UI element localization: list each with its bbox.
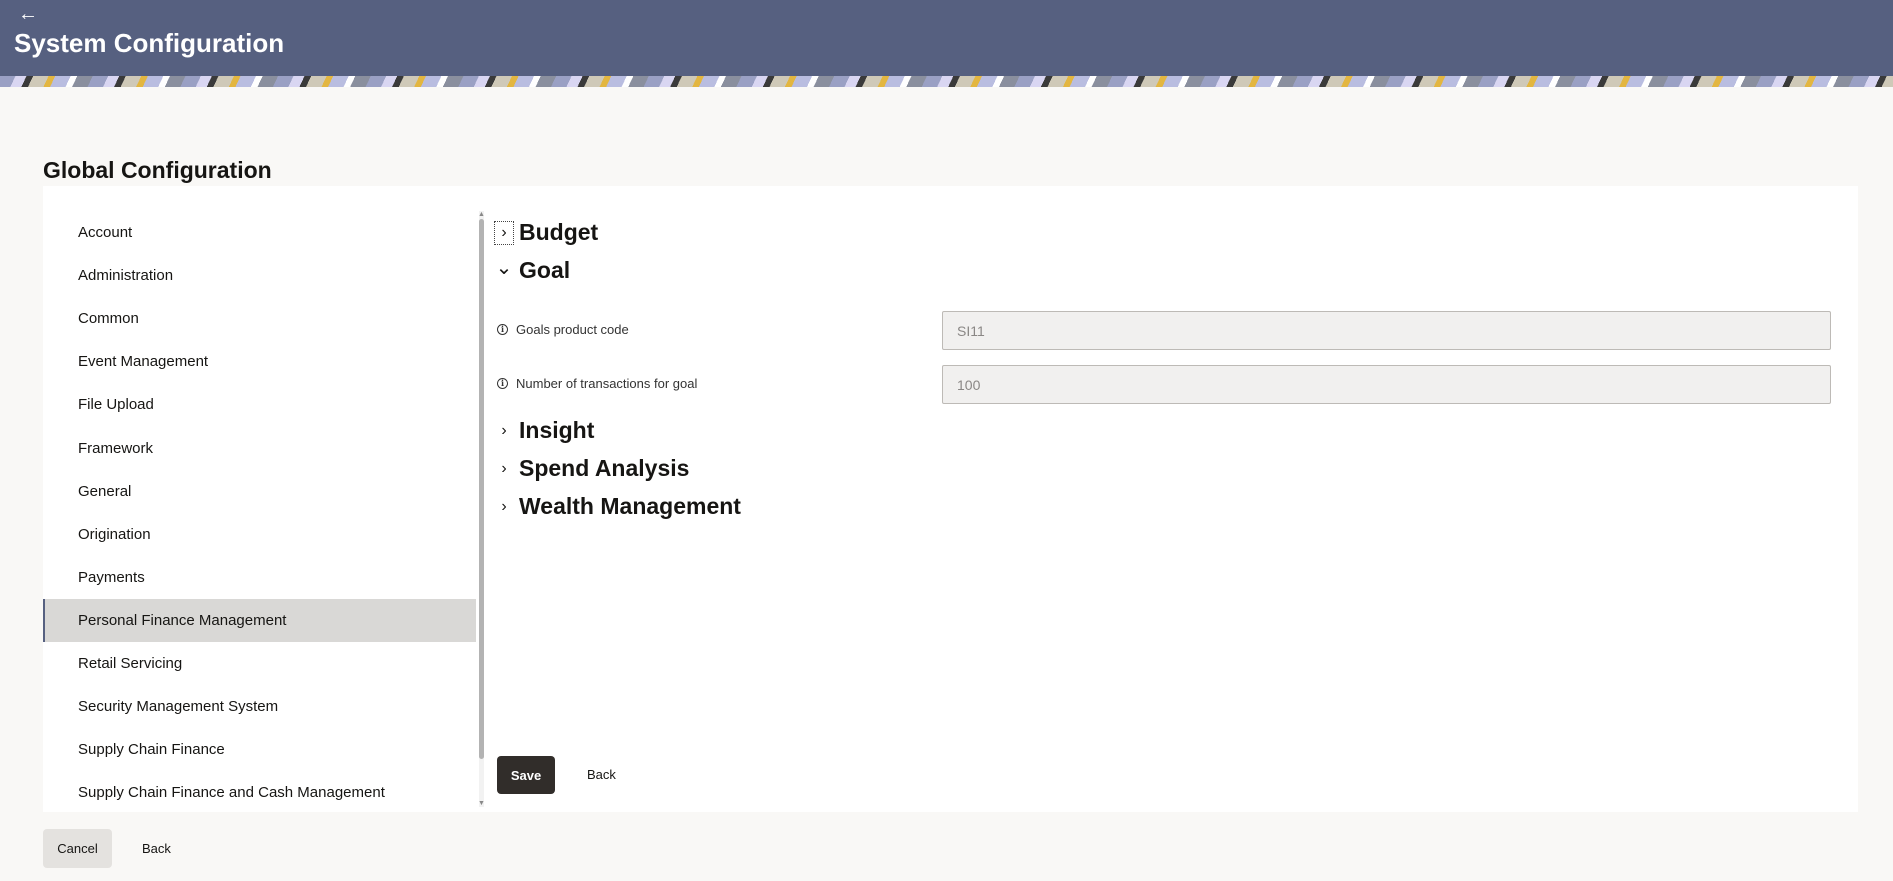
- sidebar-item-retail-servicing[interactable]: Retail Servicing: [43, 642, 476, 685]
- sidebar-item-personal-finance-management[interactable]: Personal Finance Management: [43, 598, 476, 642]
- chevron-right-icon: ›: [494, 220, 514, 245]
- accordion-title: Insight: [519, 417, 595, 443]
- accordion-wealth-management[interactable]: › Wealth Management: [495, 493, 741, 520]
- decorative-banner: [0, 76, 1893, 87]
- accordion-insight[interactable]: › Insight: [495, 417, 594, 444]
- sidebar-scrollbar[interactable]: ▲ ▼: [478, 211, 485, 807]
- scroll-up-icon[interactable]: ▲: [478, 211, 485, 218]
- accordion-title: Wealth Management: [519, 493, 741, 519]
- sidebar-item-origination[interactable]: Origination: [43, 513, 476, 556]
- sidebar-item-supply-chain-finance[interactable]: Supply Chain Finance: [43, 728, 476, 771]
- sidebar-item-file-upload[interactable]: File Upload: [43, 383, 476, 426]
- accordion-title: Spend Analysis: [519, 455, 690, 481]
- accordion-title: Budget: [519, 219, 599, 245]
- chevron-right-icon: ›: [501, 459, 507, 477]
- scrollbar-thumb[interactable]: [479, 219, 484, 759]
- accordion-panel: › Budget ⌄ Goal i Goals product code i N…: [494, 186, 1858, 812]
- back-button[interactable]: Back: [575, 756, 628, 794]
- sidebar-item-event-management[interactable]: Event Management: [43, 340, 476, 383]
- sidebar-item-security-management-system[interactable]: Security Management System: [43, 685, 476, 728]
- accordion-spend-analysis[interactable]: › Spend Analysis: [495, 455, 689, 482]
- sidebar-item-payments[interactable]: Payments: [43, 556, 476, 599]
- sidebar-item-account[interactable]: Account: [43, 211, 476, 254]
- sidebar-item-common[interactable]: Common: [43, 297, 476, 340]
- sidebar-nav: Account Administration Common Event Mana…: [43, 211, 476, 814]
- sidebar-item-framework[interactable]: Framework: [43, 426, 476, 469]
- info-icon[interactable]: i: [497, 324, 508, 335]
- sidebar-item-general[interactable]: General: [43, 470, 476, 513]
- info-icon[interactable]: i: [497, 378, 508, 389]
- goals-product-code-input[interactable]: [942, 311, 1831, 350]
- cancel-button[interactable]: Cancel: [43, 829, 112, 868]
- accordion-budget[interactable]: › Budget: [494, 219, 599, 246]
- chevron-right-icon: ›: [501, 497, 507, 515]
- chevron-down-icon: ⌄: [495, 257, 513, 279]
- scroll-down-icon[interactable]: ▼: [478, 800, 485, 807]
- field-label-number-of-transactions: i Number of transactions for goal: [497, 376, 697, 391]
- number-of-transactions-input[interactable]: [942, 365, 1831, 404]
- section-title: Global Configuration: [43, 157, 272, 183]
- sidebar-item-administration[interactable]: Administration: [43, 254, 476, 297]
- page-title: System Configuration: [14, 28, 285, 58]
- configuration-card: Account Administration Common Event Mana…: [43, 186, 1858, 812]
- sidebar-item-supply-chain-finance-cash-management[interactable]: Supply Chain Finance and Cash Management: [43, 771, 476, 814]
- footer-back-button[interactable]: Back: [130, 829, 183, 868]
- back-arrow-icon[interactable]: ←: [18, 2, 42, 26]
- field-label-goals-product-code: i Goals product code: [497, 322, 629, 337]
- save-button[interactable]: Save: [497, 756, 555, 794]
- accordion-title: Goal: [519, 257, 571, 283]
- field-label-text: Goals product code: [516, 322, 629, 337]
- app-header: ← System Configuration: [0, 0, 1893, 76]
- accordion-goal[interactable]: ⌄ Goal: [495, 257, 571, 284]
- chevron-right-icon: ›: [501, 421, 507, 439]
- field-label-text: Number of transactions for goal: [516, 376, 698, 391]
